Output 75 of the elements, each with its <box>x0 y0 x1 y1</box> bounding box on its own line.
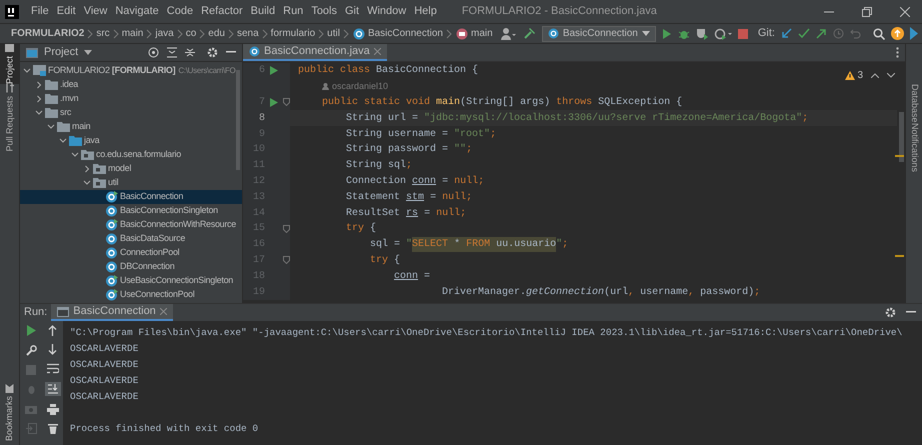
console-line: "C:\Program Files\bin\java.exe" "-javaagent:C:\Users\carri\OneDrive\Escritorio\IntelliJ IDEA 2023.1\lib\idea_rt.jar=51716:C:\Users\carri\OneDrive\ <box>70 326 904 340</box>
menu-item[interactable]: Navigate <box>115 3 159 20</box>
tree-item[interactable]: BasicConnectionSingleton <box>20 204 242 218</box>
breadcrumb[interactable]: sena <box>234 26 262 41</box>
tree-item[interactable]: FORMULARIO2 [FORMULARIO] C:\Users\carri\FO <box>20 64 242 78</box>
code-line: String url = "jdbc:mysql://localhost:3306/uu?serve rTimezone=America/Bogota"; <box>345 112 808 126</box>
breadcrumb[interactable]: java <box>152 26 177 41</box>
bookmarks-tab[interactable]: Bookmarks <box>0 384 20 441</box>
code-line: DriverManager.getConnection(url, username, password); <box>441 286 760 300</box>
tree-item[interactable]: BasicDataSource <box>20 232 242 246</box>
breadcrumb[interactable]: formulario <box>268 26 318 41</box>
console-line: OSCARLAVERDE <box>70 342 140 356</box>
breadcrumb[interactable]: src <box>93 26 113 41</box>
breadcrumb[interactable]: main <box>468 26 496 41</box>
breadcrumb[interactable]: edu <box>205 26 228 41</box>
console-line: OSCARLAVERDE <box>70 374 140 388</box>
console-line: OSCARLAVERDE <box>70 358 140 372</box>
tree-item[interactable]: util <box>20 176 242 190</box>
tool-window-tab[interactable]: Database <box>906 84 922 123</box>
tree-item[interactable]: .mvn <box>20 92 242 106</box>
code-line: String sql; <box>345 158 412 174</box>
menu-item[interactable]: Window <box>367 3 406 20</box>
menu-item[interactable]: Run <box>283 3 304 20</box>
tree-item[interactable]: .idea <box>20 78 242 92</box>
code-line: String password = ""; <box>345 142 472 158</box>
author-hint[interactable]: oscardaniel10 <box>322 80 388 94</box>
run-configuration-dropdown[interactable]: BasicConnection <box>542 26 656 42</box>
tree-item[interactable]: co.edu.sena.formulario <box>20 148 242 162</box>
code-line: conn = <box>393 270 430 284</box>
console-line: OSCARLAVERDE <box>70 390 140 404</box>
tree-item[interactable]: ConnectionPool <box>20 246 242 260</box>
tree-item[interactable]: UseConnectionPool <box>20 288 242 302</box>
tree-item[interactable]: src <box>20 106 242 120</box>
tool-window-tab[interactable]: Notifications <box>906 122 922 172</box>
breadcrumb[interactable]: main <box>118 26 146 41</box>
editor-tab[interactable]: BasicConnection.java <box>243 44 387 61</box>
tool-window-tab[interactable]: Pull Requests <box>0 84 20 152</box>
panel-title[interactable]: Project <box>44 44 78 61</box>
tree-item[interactable]: model <box>20 162 242 176</box>
console-line: Process finished with exit code 0 <box>70 422 260 436</box>
menu-item[interactable]: Build <box>250 3 276 20</box>
code-line: ResultSet rs = null; <box>345 206 466 221</box>
warning-count[interactable]: 3 <box>857 68 863 83</box>
menu-item[interactable]: Git <box>345 3 360 20</box>
tool-window-tab[interactable]: Project <box>0 44 20 84</box>
code-line: sql = "SELECT * FROM uu.usuario"; <box>369 236 568 253</box>
breadcrumb[interactable]: util <box>324 26 343 41</box>
tree-item[interactable]: BasicConnection <box>20 190 242 204</box>
breadcrumb[interactable]: FORMULARIO2 <box>8 26 88 41</box>
tree-item[interactable]: BasicConnectionWithResource <box>20 218 242 232</box>
code-line: public class BasicConnection { <box>297 64 478 78</box>
code-line: public static void main(String[] args) throws SQLException { <box>321 96 682 110</box>
line-number: 8 <box>258 112 265 126</box>
menu-item[interactable]: File <box>31 3 49 20</box>
tree-item[interactable]: java <box>20 134 242 148</box>
code-line: Statement stm = null; <box>345 190 472 205</box>
tree-item[interactable]: DBConnection <box>20 260 242 274</box>
vcs-label: Git: <box>758 26 775 42</box>
breadcrumb[interactable]: co <box>182 26 200 41</box>
code-line: try { <box>369 254 400 268</box>
window-title: FORMULARIO2 - BasicConnection.java <box>462 4 657 20</box>
code-line: String username = "root"; <box>345 128 496 142</box>
breadcrumb[interactable]: BasicConnection <box>364 26 446 41</box>
menu-item[interactable]: Edit <box>56 3 76 20</box>
run-tab[interactable]: BasicConnection <box>51 304 173 321</box>
menu-item[interactable]: Code <box>166 3 194 20</box>
tree-item[interactable]: main <box>20 120 242 134</box>
menu-item[interactable]: Refactor <box>201 3 243 20</box>
code-line: Connection conn = null; <box>345 174 484 189</box>
panel-title: Run: <box>23 305 48 320</box>
code-line: try { <box>345 222 376 236</box>
menu-item[interactable]: Help <box>414 3 437 20</box>
menu-item[interactable]: View <box>84 3 108 20</box>
tree-item[interactable]: UseBasicConnectionSingleton <box>20 274 242 288</box>
menu-item[interactable]: Tools <box>311 3 337 20</box>
